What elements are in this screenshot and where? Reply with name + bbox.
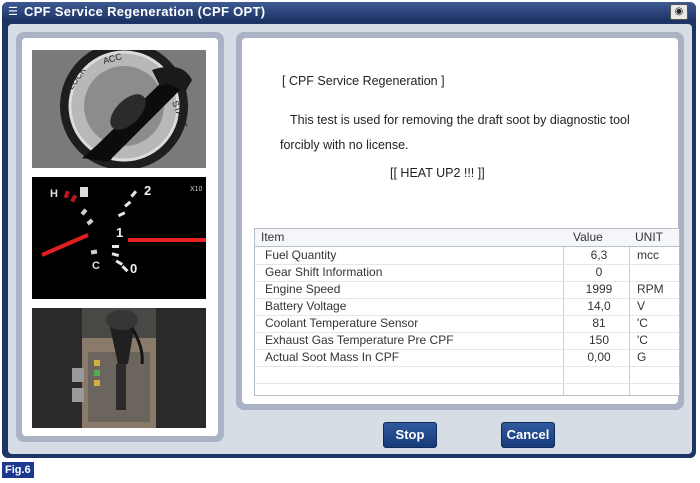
table-header: Item Value UNIT [255, 229, 679, 247]
cancel-button[interactable]: Cancel [501, 422, 555, 448]
tick-0: 0 [130, 261, 137, 276]
gauge-cluster-photo: H C 2 1 0 X10 [32, 177, 206, 299]
row-unit: V [637, 299, 646, 313]
row-value: 0 [595, 265, 603, 279]
gear-shifter-photo [32, 308, 206, 428]
label-cold: C [92, 260, 100, 272]
table-row-empty [255, 366, 679, 384]
camera-icon[interactable]: ◉ [670, 4, 688, 20]
row-item: Gear Shift Information [265, 265, 383, 279]
dialog-body: LOCK ACC START ON H [8, 24, 692, 454]
tick-1: 1 [116, 225, 123, 240]
table-row[interactable]: Exhaust Gas Temperature Pre CPF 150 'C [255, 332, 679, 350]
title-bar: ☰ CPF Service Regeneration (CPF OPT) ◉ [2, 2, 696, 22]
info-panel: [ CPF Service Regeneration ] This test i… [236, 32, 684, 410]
row-value: 81 [592, 316, 606, 330]
row-unit: mcc [637, 248, 659, 262]
row-item: Actual Soot Mass In CPF [265, 350, 400, 364]
message-heading: [ CPF Service Regeneration ] [282, 74, 445, 88]
row-value: 1999 [585, 282, 613, 296]
table-row[interactable]: Gear Shift Information 0 [255, 264, 679, 282]
tick-2: 2 [144, 183, 151, 198]
row-value: 0,00 [587, 350, 611, 364]
ignition-key-photo: LOCK ACC START ON [32, 50, 206, 168]
row-item: Engine Speed [265, 282, 341, 296]
stop-button[interactable]: Stop [383, 422, 437, 448]
row-unit: RPM [637, 282, 664, 296]
row-item: Battery Voltage [265, 299, 347, 313]
message-line-2: forcibly with no license. [280, 138, 409, 152]
header-value: Value [573, 230, 603, 244]
table-row[interactable]: Battery Voltage 14,0 V [255, 298, 679, 316]
label-x10: X10 [190, 186, 203, 193]
row-unit: G [637, 350, 647, 364]
row-item: Coolant Temperature Sensor [265, 316, 419, 330]
row-item: Exhaust Gas Temperature Pre CPF [265, 333, 454, 347]
row-value: 14,0 [587, 299, 611, 313]
row-value: 150 [588, 333, 610, 347]
sensor-data-table: Item Value UNIT Fuel Quantity 6,3 mcc Ge… [254, 228, 680, 396]
menu-icon[interactable]: ☰ [8, 6, 20, 18]
message-line-1: This test is used for removing the draft… [290, 113, 630, 127]
table-row[interactable]: Actual Soot Mass In CPF 0,00 G [255, 349, 679, 367]
table-row[interactable]: Fuel Quantity 6,3 mcc [255, 247, 679, 265]
header-unit: UNIT [635, 230, 663, 244]
table-row[interactable]: Engine Speed 1999 RPM [255, 281, 679, 299]
table-row[interactable]: Coolant Temperature Sensor 81 'C [255, 315, 679, 333]
row-unit: 'C [637, 333, 648, 347]
row-value: 6,3 [590, 248, 608, 262]
label-hot: H [50, 188, 58, 200]
row-unit: 'C [637, 316, 648, 330]
message-status: [[ HEAT UP2 !!! ]] [390, 166, 485, 180]
window-title: CPF Service Regeneration (CPF OPT) [24, 4, 266, 19]
figure-label: Fig.6 [2, 462, 34, 478]
row-item: Fuel Quantity [265, 248, 337, 262]
dialog-window: ☰ CPF Service Regeneration (CPF OPT) ◉ L… [2, 2, 696, 458]
photo-panel: LOCK ACC START ON H [16, 32, 224, 442]
header-item: Item [261, 230, 285, 244]
